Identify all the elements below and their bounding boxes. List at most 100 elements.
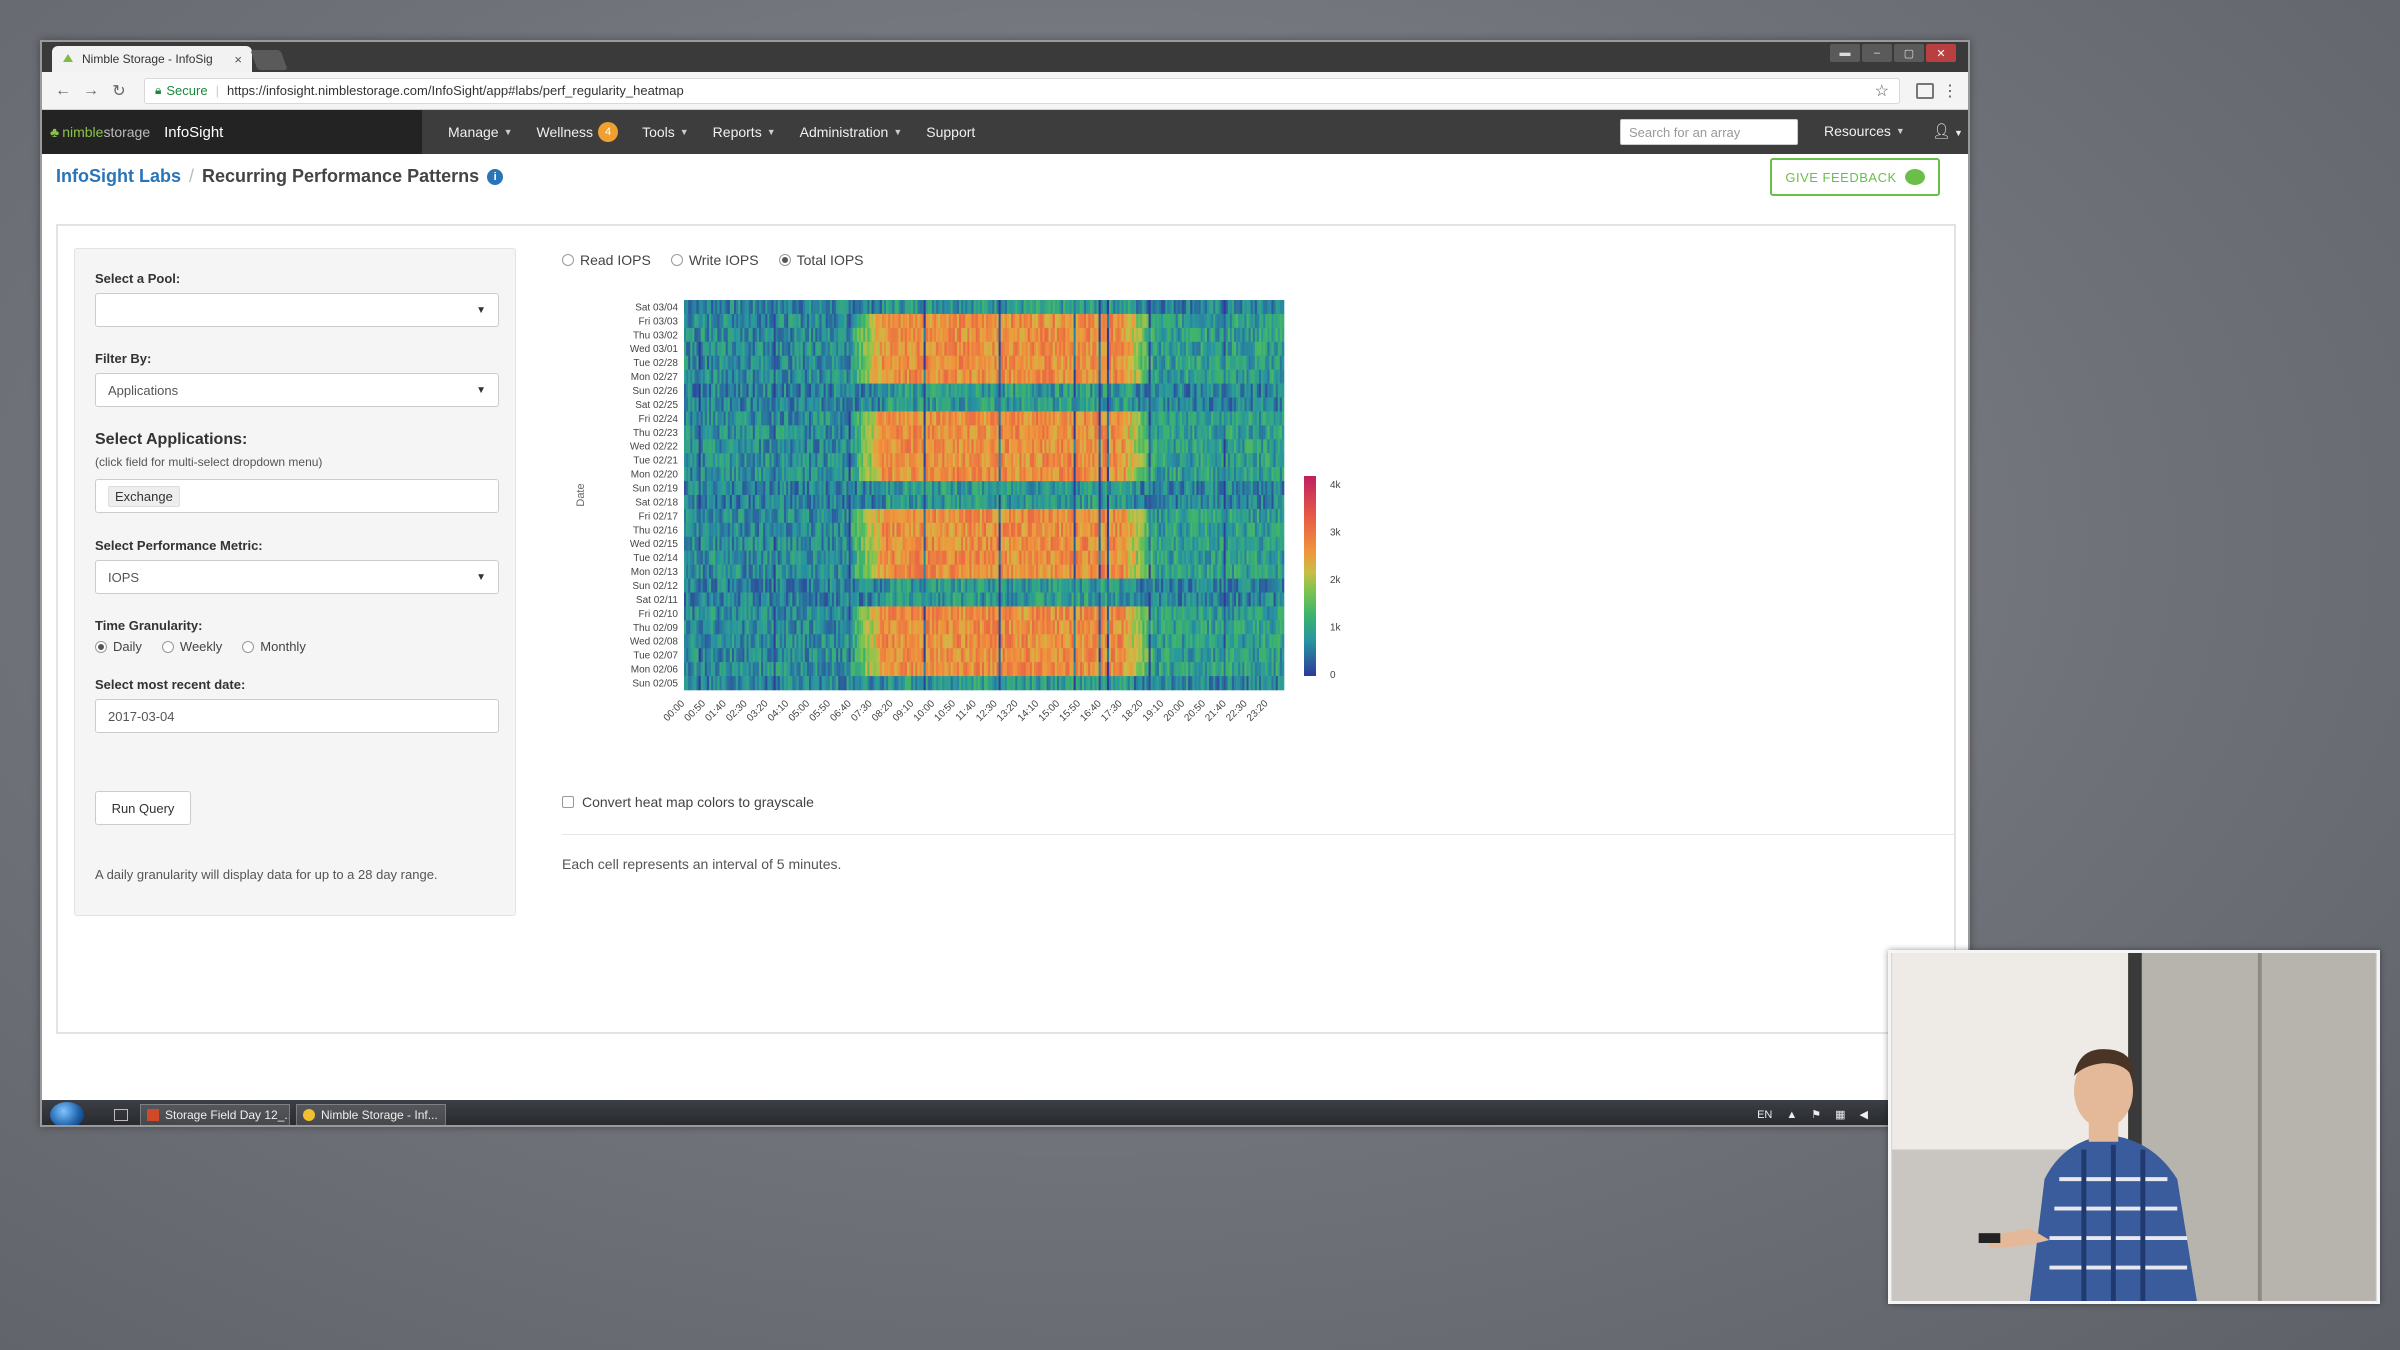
applications-multiselect[interactable]: Exchange xyxy=(95,479,499,513)
heatmap-cell xyxy=(688,341,691,357)
forward-icon[interactable]: → xyxy=(80,82,102,100)
metric-read-iops[interactable]: Read IOPS xyxy=(562,252,651,268)
heatmap-cell xyxy=(1265,508,1268,524)
tab-close-icon[interactable]: × xyxy=(234,52,242,67)
heatmap-cell xyxy=(727,467,731,482)
application-token[interactable]: Exchange xyxy=(108,485,180,507)
bookmark-star-icon[interactable]: ☆ xyxy=(1875,81,1889,101)
granularity-weekly[interactable]: Weekly xyxy=(161,639,222,654)
browser-tab[interactable]: Nimble Storage - InfoSig × xyxy=(52,46,252,72)
nav-tools[interactable]: Tools ▼ xyxy=(642,124,689,140)
heatmap-cell xyxy=(1227,397,1231,412)
heatmap-cell xyxy=(804,397,808,412)
new-tab-button[interactable] xyxy=(250,50,288,70)
heatmap-cell xyxy=(1127,397,1131,412)
heatmap-cell xyxy=(1052,411,1056,426)
metric-select[interactable]: IOPS ▼ xyxy=(95,560,499,594)
heatmap-cell xyxy=(717,508,720,524)
granularity-monthly-label: Monthly xyxy=(260,639,306,654)
heatmap-cell xyxy=(1231,495,1235,510)
heatmap-cell xyxy=(867,341,870,357)
heatmap-cell xyxy=(900,397,904,412)
nav-resources[interactable]: Resources ▼ xyxy=(1824,123,1905,139)
heatmap-cell xyxy=(892,411,895,426)
metric-write-iops[interactable]: Write IOPS xyxy=(670,252,759,268)
heatmap-cell xyxy=(1202,411,1206,426)
reload-icon[interactable]: ↻ xyxy=(108,81,130,101)
heatmap-cell xyxy=(990,453,993,468)
heatmap-cell xyxy=(836,439,839,454)
nav-support[interactable]: Support xyxy=(926,124,975,140)
heatmap-cell xyxy=(750,522,754,538)
heatmap-cell xyxy=(1017,411,1020,426)
extension-icon[interactable] xyxy=(1916,82,1934,99)
heatmap-cell xyxy=(944,481,947,496)
heatmap-cell xyxy=(1065,383,1068,398)
heatmap-cell xyxy=(965,439,968,454)
pool-select[interactable]: ▼ xyxy=(95,293,499,327)
heatmap-cell xyxy=(1265,439,1268,454)
give-feedback-button[interactable]: GIVE FEEDBACK xyxy=(1770,158,1940,196)
heatmap-cell xyxy=(950,313,954,329)
filter-select[interactable]: Applications ▼ xyxy=(95,373,499,407)
granularity-monthly[interactable]: Monthly xyxy=(242,639,306,654)
heatmap-cell xyxy=(1244,397,1247,412)
heatmap-cell xyxy=(998,313,1001,329)
nav-wellness[interactable]: Wellness 4 xyxy=(537,122,619,142)
heatmap-cell xyxy=(1215,453,1218,468)
heatmap-cell xyxy=(834,425,837,440)
heatmap-cell xyxy=(1161,327,1164,343)
heatmap-cell xyxy=(1031,341,1035,357)
nimble-leaf-icon: ♣ xyxy=(50,124,60,140)
heatmap-cell xyxy=(1225,425,1229,440)
heatmap-cell xyxy=(723,341,726,357)
url-field[interactable]: 🔒︎ Secure | https://infosight.nimblestor… xyxy=(144,77,1900,104)
heatmap-cell xyxy=(1223,327,1226,343)
array-search-input[interactable]: Search for an array xyxy=(1620,119,1798,145)
heatmap-cell xyxy=(1196,522,1199,538)
nav-administration[interactable]: Administration ▼ xyxy=(800,124,903,140)
back-icon[interactable]: ← xyxy=(52,82,74,100)
heatmap-cell xyxy=(813,522,816,538)
heatmap-cell xyxy=(1252,341,1256,357)
heatmap-cell xyxy=(1015,411,1018,426)
run-query-button[interactable]: Run Query xyxy=(95,791,191,825)
minimize-button[interactable]: – xyxy=(1862,44,1892,62)
heatmap-cell xyxy=(777,425,781,440)
user-menu-icon[interactable]: 👤︎ ▼ xyxy=(1932,122,1963,140)
heatmap-cell xyxy=(1240,508,1243,524)
heatmap-cell xyxy=(1002,300,1006,315)
heatmap-cell xyxy=(840,355,843,370)
heatmap-cell xyxy=(802,313,806,329)
heatmap-cell xyxy=(971,355,974,370)
heatmap-cell xyxy=(1023,327,1026,343)
date-input[interactable]: 2017-03-04 xyxy=(95,699,499,733)
heatmap-cell xyxy=(748,313,751,329)
heatmap-cell xyxy=(1213,481,1216,496)
nav-reports[interactable]: Reports ▼ xyxy=(713,124,776,140)
breadcrumb-infosight-labs[interactable]: InfoSight Labs xyxy=(56,166,181,187)
heatmap-cell xyxy=(861,495,864,510)
close-window-button[interactable]: ✕ xyxy=(1926,44,1956,62)
info-icon[interactable]: i xyxy=(487,168,504,185)
heatmap-cell xyxy=(911,313,914,329)
metric-total-iops[interactable]: Total IOPS xyxy=(778,252,864,268)
granularity-daily[interactable]: Daily xyxy=(95,639,142,654)
iops-heatmap[interactable]: Sat 03/04Fri 03/03Thu 03/02Wed 03/01Tue … xyxy=(558,286,1398,766)
heatmap-cell xyxy=(1069,508,1072,524)
browser-menu-icon[interactable]: ⋮ xyxy=(1942,81,1958,101)
heatmap-cell xyxy=(702,397,706,412)
heatmap-cell xyxy=(1202,439,1206,454)
heatmap-cell xyxy=(1234,508,1237,524)
heatmap-cell xyxy=(984,522,987,538)
heatmap-cell xyxy=(756,495,760,510)
brand-logo[interactable]: ♣ nimble storage InfoSight xyxy=(42,110,422,154)
maximize-button[interactable]: ▢ xyxy=(1894,44,1924,62)
heatmap-cell xyxy=(1023,411,1026,426)
heatmap-cell xyxy=(1017,300,1020,315)
heatmap-cell xyxy=(917,397,920,412)
user-profile-window-icon[interactable]: ▬ xyxy=(1830,44,1860,62)
heatmap-cell xyxy=(873,341,876,357)
heatmap-cell xyxy=(927,341,931,357)
nav-manage[interactable]: Manage ▼ xyxy=(448,124,513,140)
